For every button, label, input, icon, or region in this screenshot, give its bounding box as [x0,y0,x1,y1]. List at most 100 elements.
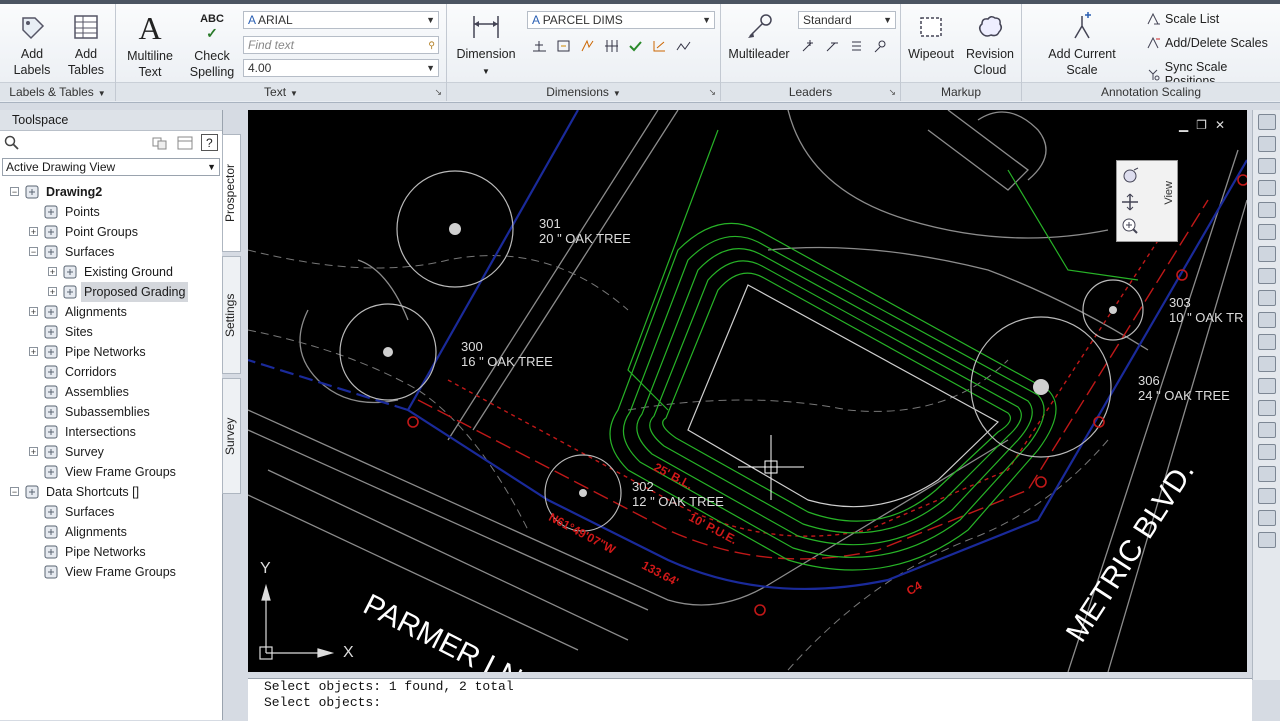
dialog-launcher-icon[interactable]: ↘ [708,83,716,101]
revision-cloud-button[interactable]: Revision Cloud [963,12,1017,78]
help-icon[interactable]: ? [201,134,218,151]
font-select[interactable]: A ARIAL ▼ [243,11,439,29]
expand-icon[interactable]: + [48,287,57,297]
panel-toggle-icon[interactable] [177,135,193,151]
tool-icon-20[interactable] [1258,532,1276,548]
tree-item-corridors[interactable]: Corridors [0,362,220,382]
toolspace-title-bar[interactable]: Toolspace [0,110,222,131]
multiline-text-button[interactable]: A Multiline Text [122,12,178,80]
tab-survey[interactable]: Survey [222,378,241,494]
tree-item-assemblies[interactable]: Assemblies [0,382,220,402]
panel-title-dimensions[interactable]: Dimensions ▼ ↘ [447,82,720,101]
tree-item-alignments[interactable]: Alignments [0,522,220,542]
collapse-icon[interactable]: − [10,487,19,497]
expand-icon[interactable]: + [29,347,38,357]
dim-jog-icon[interactable] [673,36,694,56]
add-delete-scales-button[interactable]: Add/Delete Scales [1146,36,1268,50]
remove-leader-icon[interactable] [822,36,843,56]
tool-icon-12[interactable] [1258,356,1276,372]
dim-continue-icon[interactable] [529,36,550,56]
command-line[interactable]: Select objects: 1 found, 2 total Select … [248,678,1252,721]
tree-item-view-frame-groups[interactable]: View Frame Groups [0,562,220,582]
add-tables-button[interactable]: Add Tables [62,12,110,78]
tree-item-sites[interactable]: Sites [0,322,220,342]
dim-break-icon[interactable] [577,36,598,56]
tool-icon-11[interactable] [1258,334,1276,350]
tree-item-survey[interactable]: + Survey [0,442,220,462]
tree-item-proposed-grading[interactable]: + Proposed Grading [0,282,220,302]
collapse-icon[interactable]: − [29,247,38,257]
multileader-button[interactable]: Multileader [725,12,793,62]
tree-item-intersections[interactable]: Intersections [0,422,220,442]
tool-icon-2[interactable] [1258,136,1276,152]
find-text-input[interactable]: Find text ⚲ [243,36,439,54]
dim-update-icon[interactable] [649,36,670,56]
tool-icon-13[interactable] [1258,378,1276,394]
minimize-icon[interactable]: ▁ [1179,118,1196,132]
tree-item-pipe-networks[interactable]: + Pipe Networks [0,342,220,362]
tool-icon-17[interactable] [1258,466,1276,482]
view-select[interactable]: Active Drawing View ▼ [2,158,220,176]
close-icon[interactable]: ✕ [1215,118,1233,132]
tree-item-drawing2[interactable]: − Drawing2 [0,182,220,202]
dim-quick-icon[interactable] [553,36,574,56]
pan-icon[interactable] [1121,193,1141,211]
dim-style-select[interactable]: A PARCEL DIMS ▼ [527,11,715,29]
search-icon[interactable] [4,135,20,151]
tool-icon-1[interactable] [1258,114,1276,130]
expand-icon[interactable]: + [29,307,38,317]
item-view-icon[interactable] [152,135,168,151]
panel-title-markup[interactable]: Markup [901,82,1021,101]
panel-title-labels-tables[interactable]: Labels & Tables ▼ [0,82,115,101]
tool-icon-4[interactable] [1258,180,1276,196]
tool-icon-3[interactable] [1258,158,1276,174]
tree-item-surfaces[interactable]: Surfaces [0,502,220,522]
tree-item-points[interactable]: Points [0,202,220,222]
panel-title-annotation-scaling[interactable]: Annotation Scaling [1022,82,1280,101]
collapse-icon[interactable]: − [10,187,19,197]
tree-item-existing-ground[interactable]: + Existing Ground [0,262,220,282]
tree-item-pipe-networks[interactable]: Pipe Networks [0,542,220,562]
maximize-icon[interactable]: ❐ [1196,118,1215,132]
tree-item-point-groups[interactable]: + Point Groups [0,222,220,242]
zoom-icon[interactable] [1121,217,1141,235]
add-leader-icon[interactable] [798,36,819,56]
tool-icon-10[interactable] [1258,312,1276,328]
check-spelling-button[interactable]: ABC ✓ Check Spelling [186,12,238,80]
tool-icon-14[interactable] [1258,400,1276,416]
panel-title-leaders[interactable]: Leaders ↘ [721,82,900,101]
expand-icon[interactable]: + [29,227,38,237]
tool-icon-9[interactable] [1258,290,1276,306]
expand-icon[interactable]: + [48,267,57,277]
scale-list-button[interactable]: Scale List [1146,12,1219,26]
tool-icon-18[interactable] [1258,488,1276,504]
tool-icon-8[interactable] [1258,268,1276,284]
steering-wheel-icon[interactable] [1121,167,1141,185]
text-height-select[interactable]: 4.00 ▼ [243,59,439,77]
tab-settings[interactable]: Settings [222,256,241,374]
panel-title-text[interactable]: Text ▼ ↘ [116,82,446,101]
tree-item-alignments[interactable]: + Alignments [0,302,220,322]
add-labels-button[interactable]: Add Labels [8,12,56,78]
tree-item-subassemblies[interactable]: Subassemblies [0,402,220,422]
collect-leader-icon[interactable] [870,36,891,56]
leader-style-select[interactable]: Standard ▼ [798,11,896,29]
dim-baseline-icon[interactable] [601,36,622,56]
tool-icon-6[interactable] [1258,224,1276,240]
tool-icon-16[interactable] [1258,444,1276,460]
tool-icon-19[interactable] [1258,510,1276,526]
wipeout-button[interactable]: Wipeout [905,12,957,62]
find-binoculars-icon[interactable]: ⚲ [428,37,435,53]
drawing-canvas[interactable]: 301 20 " OAK TREE 300 16 " OAK TREE 302 … [248,110,1247,672]
tool-icon-5[interactable] [1258,202,1276,218]
expand-icon[interactable]: + [29,447,38,457]
dialog-launcher-icon[interactable]: ↘ [888,83,896,101]
tree-item-surfaces[interactable]: − Surfaces [0,242,220,262]
dimension-button[interactable]: Dimension ▼ [453,12,519,80]
tab-prospector[interactable]: Prospector [222,134,241,252]
align-leader-icon[interactable] [846,36,867,56]
tool-icon-15[interactable] [1258,422,1276,438]
dim-inspect-icon[interactable] [625,36,646,56]
tool-icon-7[interactable] [1258,246,1276,262]
command-prompt-line[interactable]: Select objects: [248,695,1252,711]
